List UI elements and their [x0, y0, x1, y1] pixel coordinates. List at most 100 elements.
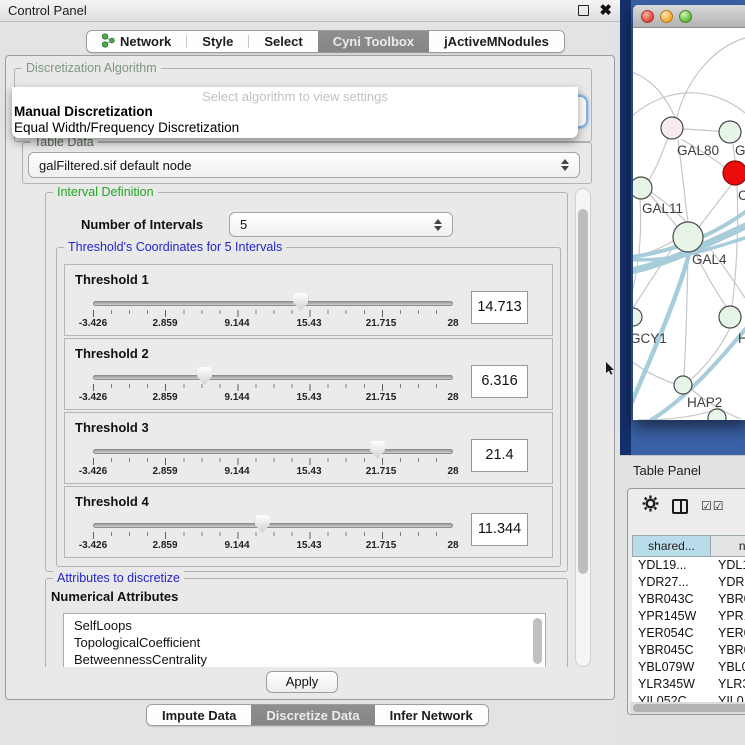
control-panel-titlebar: Control Panel ✖	[0, 0, 620, 22]
cell-shared-name[interactable]: YBL079W	[632, 659, 711, 676]
minimize-window-icon[interactable]	[660, 10, 673, 23]
table-row[interactable]: YDL19...YDL1	[632, 557, 745, 574]
network-node[interactable]	[674, 376, 692, 394]
cell-shared-name[interactable]: YER054C	[632, 625, 711, 642]
zoom-window-icon[interactable]	[679, 10, 692, 23]
threshold-slider-track[interactable]	[93, 375, 453, 380]
cell-name[interactable]: YDR2	[711, 574, 745, 591]
list-scrollbar-thumb[interactable]	[533, 618, 542, 664]
tab-discretize-data[interactable]: Discretize Data	[251, 705, 374, 725]
threshold-slider-thumb[interactable]	[370, 441, 385, 459]
threshold-slider-thumb[interactable]	[255, 515, 270, 533]
tab-cyni-toolbox[interactable]: Cyni Toolbox	[318, 31, 429, 52]
cell-name[interactable]: YER0	[711, 625, 745, 642]
tab-label: Network	[120, 34, 171, 49]
network-node[interactable]	[661, 117, 683, 139]
cell-shared-name[interactable]: YLR345W	[632, 676, 711, 693]
scale-label: 2.859	[152, 466, 177, 477]
attribute-list-item[interactable]: BetweennessCentrality	[74, 651, 545, 667]
scale-label: 9.144	[224, 318, 249, 329]
table-row[interactable]: YLR345WYLR3	[632, 676, 745, 693]
attribute-list-item[interactable]: SelfLoops	[74, 617, 545, 634]
column-header-shared-name[interactable]: shared...	[632, 535, 711, 557]
network-node[interactable]	[633, 177, 652, 199]
cell-name[interactable]: YPR1	[711, 608, 745, 625]
scrollbar-thumb[interactable]	[633, 704, 745, 712]
column-header-name[interactable]: na	[711, 535, 745, 557]
scale-label: 9.144	[224, 466, 249, 477]
table-panel-header: Table Panel	[620, 455, 745, 485]
table-row[interactable]: YDR27...YDR2	[632, 574, 745, 591]
checkbox-icon[interactable]: ☑☑	[701, 499, 725, 513]
close-icon[interactable]: ✖	[599, 5, 612, 16]
threshold-slider-track[interactable]	[93, 523, 453, 528]
slider-scale-labels: -3.4262.8599.14415.4321.71528	[93, 392, 453, 404]
popup-item-equal-width[interactable]: Equal Width/Frequency Discretization	[12, 120, 578, 136]
tab-label: Infer Network	[390, 708, 473, 723]
network-node[interactable]	[673, 222, 703, 252]
table-row[interactable]: YIL052CYIL0	[632, 693, 745, 702]
tab-infer-network[interactable]: Infer Network	[375, 705, 488, 725]
cell-name[interactable]: YBR0	[711, 591, 745, 608]
popup-item-manual-discretization[interactable]: Manual Discretization	[12, 104, 578, 120]
table-row[interactable]: YBL079WYBL0	[632, 659, 745, 676]
numerical-attributes-list[interactable]: SelfLoopsTopologicalCoefficientBetweenne…	[63, 613, 546, 667]
table-horizontal-scrollbar[interactable]	[630, 702, 745, 714]
network-node[interactable]	[719, 306, 741, 328]
network-node[interactable]	[719, 121, 741, 143]
scale-label: 28	[447, 392, 458, 403]
columns-icon[interactable]	[672, 499, 688, 514]
scale-label: 28	[447, 540, 458, 551]
table-row[interactable]: YBR045CYBR0	[632, 642, 745, 659]
apply-button[interactable]: Apply	[266, 671, 338, 693]
threshold-slider-track[interactable]	[93, 449, 453, 454]
threshold-slider-thumb[interactable]	[293, 293, 308, 311]
cell-name[interactable]: YIL0	[711, 693, 745, 702]
table-data-combobox[interactable]: galFiltered.sif default node	[28, 152, 580, 178]
table-rows[interactable]: YDL19...YDL1YDR27...YDR2YBR043CYBR0YPR14…	[632, 557, 745, 702]
cell-name[interactable]: YDL1	[711, 557, 745, 574]
cell-shared-name[interactable]: YBR043C	[632, 591, 711, 608]
slider-ticks	[93, 384, 454, 391]
threshold-value-field[interactable]: 6.316	[471, 365, 528, 398]
cell-name[interactable]: YBL0	[711, 659, 745, 676]
float-window-icon[interactable]	[578, 5, 589, 16]
tab-style[interactable]: Style	[187, 31, 248, 52]
tab-jactivemnodules[interactable]: jActiveMNodules	[429, 31, 564, 52]
attribute-list-item[interactable]: TopologicalCoefficient	[74, 634, 545, 651]
tab-network[interactable]: Network	[87, 31, 186, 52]
cell-shared-name[interactable]: YPR145W	[632, 608, 711, 625]
cell-name[interactable]: YBR0	[711, 642, 745, 659]
network-node[interactable]	[633, 308, 642, 326]
threshold-value-field[interactable]: 21.4	[471, 439, 528, 472]
network-node[interactable]	[723, 161, 745, 185]
network-canvas[interactable]: GAL80GCGAL11GAL4GCY1HHAP2	[633, 28, 745, 420]
stepper-icon	[561, 159, 569, 171]
panel-vertical-scrollbar[interactable]	[575, 188, 591, 667]
cell-shared-name[interactable]: YDL19...	[632, 557, 711, 574]
threshold-slider-thumb[interactable]	[197, 367, 212, 385]
num-intervals-combobox[interactable]: 5	[229, 212, 453, 237]
cell-name[interactable]: YLR3	[711, 676, 745, 693]
table-row[interactable]: YPR145WYPR1	[632, 608, 745, 625]
cell-shared-name[interactable]: YBR045C	[632, 642, 711, 659]
threshold-slider-track[interactable]	[93, 301, 453, 306]
slider-scale-labels: -3.4262.8599.14415.4321.71528	[93, 318, 453, 330]
stepper-icon	[434, 219, 442, 231]
network-node-label: GCY1	[633, 331, 667, 346]
tab-select[interactable]: Select	[249, 31, 317, 52]
cell-shared-name[interactable]: YIL052C	[632, 693, 711, 702]
tab-impute-data[interactable]: Impute Data	[147, 705, 251, 725]
scale-label: 2.859	[152, 392, 177, 403]
network-window-titlebar[interactable]	[633, 5, 745, 28]
close-window-icon[interactable]	[641, 10, 654, 23]
scale-label: 21.715	[366, 318, 397, 329]
table-row[interactable]: YER054CYER0	[632, 625, 745, 642]
cell-shared-name[interactable]: YDR27...	[632, 574, 711, 591]
table-row[interactable]: YBR043CYBR0	[632, 591, 745, 608]
threshold-value-field[interactable]: 11.344	[471, 513, 528, 546]
scrollbar-thumb[interactable]	[578, 209, 588, 574]
scale-label: 2.859	[152, 318, 177, 329]
gear-icon[interactable]	[642, 495, 659, 517]
threshold-value-field[interactable]: 14.713	[471, 291, 528, 324]
